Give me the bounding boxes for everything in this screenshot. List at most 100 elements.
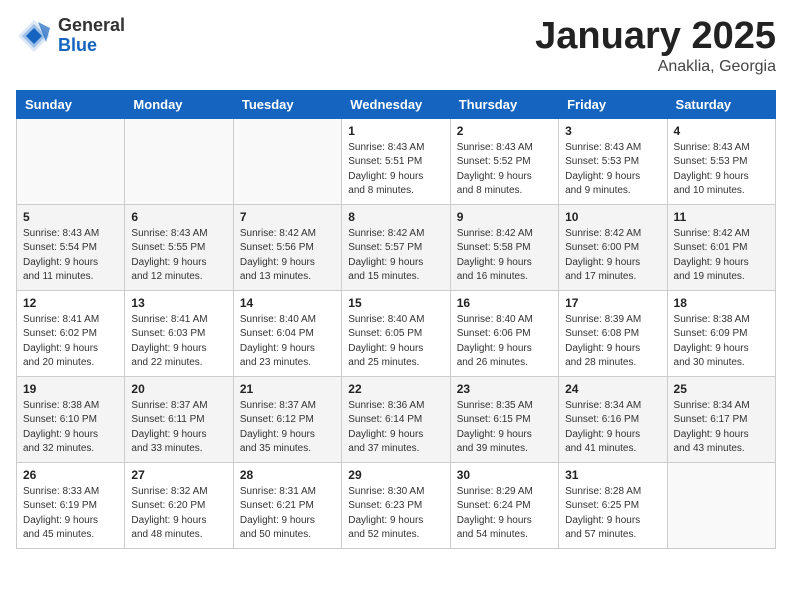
day-number: 16	[457, 296, 552, 310]
calendar-header-cell: Tuesday	[233, 90, 341, 118]
day-info: Sunrise: 8:42 AM Sunset: 5:56 PM Dayligh…	[240, 227, 335, 285]
day-info: Sunrise: 8:28 AM Sunset: 6:25 PM Dayligh…	[565, 485, 660, 543]
day-number: 20	[131, 382, 226, 396]
day-number: 8	[348, 210, 443, 224]
day-number: 26	[23, 468, 118, 482]
logo-blue: Blue	[58, 36, 125, 56]
calendar-table: SundayMondayTuesdayWednesdayThursdayFrid…	[16, 90, 776, 549]
calendar-week-row: 1Sunrise: 8:43 AM Sunset: 5:51 PM Daylig…	[17, 118, 776, 204]
day-info: Sunrise: 8:42 AM Sunset: 6:01 PM Dayligh…	[674, 227, 769, 285]
calendar-day-cell	[17, 118, 125, 204]
day-number: 24	[565, 382, 660, 396]
day-number: 23	[457, 382, 552, 396]
day-number: 30	[457, 468, 552, 482]
day-info: Sunrise: 8:41 AM Sunset: 6:02 PM Dayligh…	[23, 313, 118, 371]
calendar-header-cell: Friday	[559, 90, 667, 118]
day-info: Sunrise: 8:34 AM Sunset: 6:17 PM Dayligh…	[674, 399, 769, 457]
day-number: 2	[457, 124, 552, 138]
calendar-week-row: 5Sunrise: 8:43 AM Sunset: 5:54 PM Daylig…	[17, 204, 776, 290]
day-info: Sunrise: 8:42 AM Sunset: 5:58 PM Dayligh…	[457, 227, 552, 285]
calendar-day-cell	[667, 462, 775, 548]
calendar-day-cell: 25Sunrise: 8:34 AM Sunset: 6:17 PM Dayli…	[667, 376, 775, 462]
calendar-day-cell: 30 Sunrise: 8:29 AM Sunset: 6:24 PM Dayli…	[450, 462, 558, 548]
day-number: 13	[131, 296, 226, 310]
calendar-day-cell: 27 Sunrise: 8:32 AM Sunset: 6:20 PM Dayli…	[125, 462, 233, 548]
calendar-day-cell: 15 Sunrise: 8:40 AM Sunset: 6:05 PM Dayli…	[342, 290, 450, 376]
calendar-day-cell	[233, 118, 341, 204]
calendar-header: SundayMondayTuesdayWednesdayThursdayFrid…	[17, 90, 776, 118]
day-number: 1	[348, 124, 443, 138]
calendar-day-cell: 11 Sunrise: 8:42 AM Sunset: 6:01 PM Dayli…	[667, 204, 775, 290]
calendar-header-row: SundayMondayTuesdayWednesdayThursdayFrid…	[17, 90, 776, 118]
calendar-day-cell: 3 Sunrise: 8:43 AM Sunset: 5:53 PM Daylig…	[559, 118, 667, 204]
day-number: 5	[23, 210, 118, 224]
day-number: 12	[23, 296, 118, 310]
calendar-header-cell: Wednesday	[342, 90, 450, 118]
day-info: Sunrise: 8:43 AM Sunset: 5:53 PM Dayligh…	[674, 141, 769, 199]
logo-icon	[16, 18, 52, 54]
day-info: Sunrise: 8:38 AM Sunset: 6:09 PM Dayligh…	[674, 313, 769, 371]
day-number: 17	[565, 296, 660, 310]
calendar-day-cell: 2 Sunrise: 8:43 AM Sunset: 5:52 PM Daylig…	[450, 118, 558, 204]
day-number: 10	[565, 210, 660, 224]
calendar-day-cell: 4 Sunrise: 8:43 AM Sunset: 5:53 PM Daylig…	[667, 118, 775, 204]
day-info: Sunrise: 8:43 AM Sunset: 5:52 PM Dayligh…	[457, 141, 552, 199]
calendar-day-cell: 1Sunrise: 8:43 AM Sunset: 5:51 PM Daylig…	[342, 118, 450, 204]
calendar-day-cell: 19Sunrise: 8:38 AM Sunset: 6:10 PM Dayli…	[17, 376, 125, 462]
day-info: Sunrise: 8:37 AM Sunset: 6:11 PM Dayligh…	[131, 399, 226, 457]
day-info: Sunrise: 8:39 AM Sunset: 6:08 PM Dayligh…	[565, 313, 660, 371]
calendar-week-row: 12 Sunrise: 8:41 AM Sunset: 6:02 PM Dayli…	[17, 290, 776, 376]
day-info: Sunrise: 8:35 AM Sunset: 6:15 PM Dayligh…	[457, 399, 552, 457]
calendar-day-cell: 8Sunrise: 8:42 AM Sunset: 5:57 PM Daylig…	[342, 204, 450, 290]
day-info: Sunrise: 8:33 AM Sunset: 6:19 PM Dayligh…	[23, 485, 118, 543]
day-info: Sunrise: 8:34 AM Sunset: 6:16 PM Dayligh…	[565, 399, 660, 457]
calendar-day-cell: 31 Sunrise: 8:28 AM Sunset: 6:25 PM Dayli…	[559, 462, 667, 548]
page-header: General Blue January 2025 Anaklia, Georg…	[16, 16, 776, 76]
calendar-day-cell: 10 Sunrise: 8:42 AM Sunset: 6:00 PM Dayli…	[559, 204, 667, 290]
day-number: 15	[348, 296, 443, 310]
day-number: 6	[131, 210, 226, 224]
day-info: Sunrise: 8:40 AM Sunset: 6:04 PM Dayligh…	[240, 313, 335, 371]
day-info: Sunrise: 8:31 AM Sunset: 6:21 PM Dayligh…	[240, 485, 335, 543]
calendar-body: 1Sunrise: 8:43 AM Sunset: 5:51 PM Daylig…	[17, 118, 776, 548]
calendar-day-cell: 29 Sunrise: 8:30 AM Sunset: 6:23 PM Dayli…	[342, 462, 450, 548]
calendar-header-cell: Saturday	[667, 90, 775, 118]
subtitle: Anaklia, Georgia	[535, 58, 776, 76]
day-info: Sunrise: 8:30 AM Sunset: 6:23 PM Dayligh…	[348, 485, 443, 543]
day-info: Sunrise: 8:36 AM Sunset: 6:14 PM Dayligh…	[348, 399, 443, 457]
day-number: 9	[457, 210, 552, 224]
day-number: 3	[565, 124, 660, 138]
day-info: Sunrise: 8:43 AM Sunset: 5:55 PM Dayligh…	[131, 227, 226, 285]
calendar-header-cell: Sunday	[17, 90, 125, 118]
calendar-day-cell	[125, 118, 233, 204]
calendar-day-cell: 5Sunrise: 8:43 AM Sunset: 5:54 PM Daylig…	[17, 204, 125, 290]
day-number: 14	[240, 296, 335, 310]
calendar-day-cell: 24 Sunrise: 8:34 AM Sunset: 6:16 PM Dayli…	[559, 376, 667, 462]
calendar-day-cell: 7Sunrise: 8:42 AM Sunset: 5:56 PM Daylig…	[233, 204, 341, 290]
calendar-day-cell: 6 Sunrise: 8:43 AM Sunset: 5:55 PM Daylig…	[125, 204, 233, 290]
day-info: Sunrise: 8:42 AM Sunset: 6:00 PM Dayligh…	[565, 227, 660, 285]
calendar-header-cell: Thursday	[450, 90, 558, 118]
calendar-day-cell: 12 Sunrise: 8:41 AM Sunset: 6:02 PM Dayli…	[17, 290, 125, 376]
calendar-day-cell: 20 Sunrise: 8:37 AM Sunset: 6:11 PM Dayli…	[125, 376, 233, 462]
calendar-day-cell: 18Sunrise: 8:38 AM Sunset: 6:09 PM Dayli…	[667, 290, 775, 376]
day-info: Sunrise: 8:38 AM Sunset: 6:10 PM Dayligh…	[23, 399, 118, 457]
day-number: 11	[674, 210, 769, 224]
day-number: 29	[348, 468, 443, 482]
day-number: 27	[131, 468, 226, 482]
calendar-day-cell: 28 Sunrise: 8:31 AM Sunset: 6:21 PM Dayli…	[233, 462, 341, 548]
calendar-day-cell: 21Sunrise: 8:37 AM Sunset: 6:12 PM Dayli…	[233, 376, 341, 462]
day-number: 4	[674, 124, 769, 138]
calendar-week-row: 26 Sunrise: 8:33 AM Sunset: 6:19 PM Dayli…	[17, 462, 776, 548]
calendar-day-cell: 17 Sunrise: 8:39 AM Sunset: 6:08 PM Dayli…	[559, 290, 667, 376]
day-info: Sunrise: 8:40 AM Sunset: 6:05 PM Dayligh…	[348, 313, 443, 371]
day-info: Sunrise: 8:43 AM Sunset: 5:53 PM Dayligh…	[565, 141, 660, 199]
day-number: 31	[565, 468, 660, 482]
day-info: Sunrise: 8:41 AM Sunset: 6:03 PM Dayligh…	[131, 313, 226, 371]
calendar-week-row: 19Sunrise: 8:38 AM Sunset: 6:10 PM Dayli…	[17, 376, 776, 462]
logo-general: General	[58, 16, 125, 36]
day-number: 28	[240, 468, 335, 482]
day-info: Sunrise: 8:32 AM Sunset: 6:20 PM Dayligh…	[131, 485, 226, 543]
day-number: 22	[348, 382, 443, 396]
day-info: Sunrise: 8:29 AM Sunset: 6:24 PM Dayligh…	[457, 485, 552, 543]
